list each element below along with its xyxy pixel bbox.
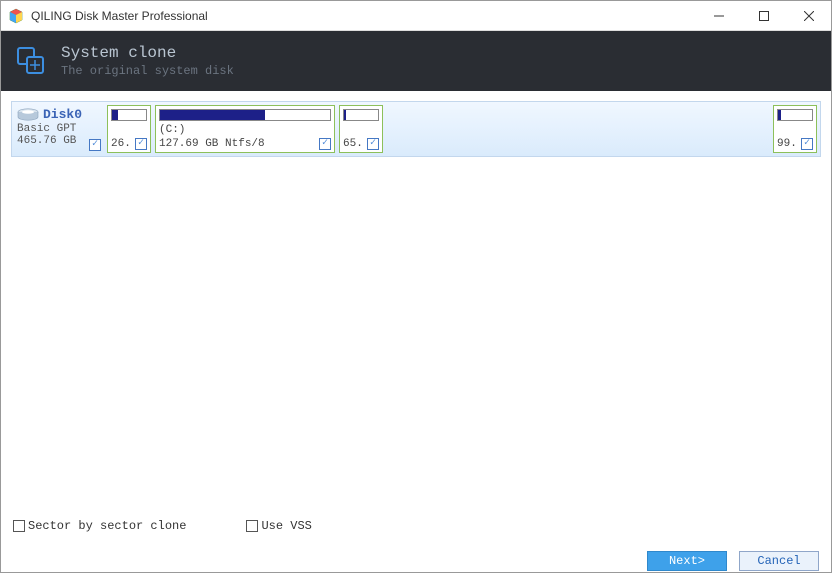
cancel-button[interactable]: Cancel bbox=[739, 551, 819, 571]
partition-checkbox[interactable]: ✓ bbox=[367, 138, 379, 150]
sector-clone-option[interactable]: Sector by sector clone bbox=[13, 519, 186, 533]
app-icon bbox=[7, 7, 25, 25]
partition-checkbox[interactable]: ✓ bbox=[319, 138, 331, 150]
partition-usage-bar bbox=[777, 109, 813, 121]
partition-checkbox[interactable]: ✓ bbox=[801, 138, 813, 150]
use-vss-label: Use VSS bbox=[261, 519, 311, 533]
disk-icon bbox=[17, 108, 39, 122]
disk-info-cell[interactable]: Disk0 Basic GPT 465.76 GB ✓ bbox=[15, 105, 103, 153]
system-clone-icon bbox=[15, 45, 47, 77]
partition-0[interactable]: 26. ✓ bbox=[107, 105, 151, 153]
disk-row[interactable]: Disk0 Basic GPT 465.76 GB ✓ 26. ✓ (C:) 1… bbox=[11, 101, 821, 157]
footer: Sector by sector clone Use VSS Next> Can… bbox=[1, 519, 831, 572]
disk-checkbox[interactable]: ✓ bbox=[89, 139, 101, 151]
close-button[interactable] bbox=[786, 1, 831, 31]
partition-gap bbox=[387, 105, 769, 153]
disk-type: Basic GPT bbox=[17, 123, 103, 135]
window-controls bbox=[696, 1, 831, 31]
partition-size: 99. bbox=[777, 138, 797, 150]
partition-usage-bar bbox=[159, 109, 331, 121]
page-title: System clone bbox=[61, 44, 234, 63]
partition-label: (C:) bbox=[159, 124, 331, 136]
use-vss-checkbox[interactable] bbox=[246, 520, 258, 532]
use-vss-option[interactable]: Use VSS bbox=[246, 519, 311, 533]
window-title: QILING Disk Master Professional bbox=[31, 9, 696, 23]
disk-name: Disk0 bbox=[43, 107, 82, 122]
maximize-button[interactable] bbox=[741, 1, 786, 31]
sector-clone-label: Sector by sector clone bbox=[28, 519, 186, 533]
partition-usage-bar bbox=[111, 109, 147, 121]
partition-size: 127.69 GB Ntfs/8 bbox=[159, 138, 265, 150]
partition-size: 26. bbox=[111, 138, 131, 150]
partition-1[interactable]: (C:) 127.69 GB Ntfs/8 ✓ bbox=[155, 105, 335, 153]
header-band: System clone The original system disk bbox=[1, 31, 831, 91]
sector-clone-checkbox[interactable] bbox=[13, 520, 25, 532]
partition-usage-bar bbox=[343, 109, 379, 121]
partition-checkbox[interactable]: ✓ bbox=[135, 138, 147, 150]
titlebar: QILING Disk Master Professional bbox=[1, 1, 831, 31]
content-area: Disk0 Basic GPT 465.76 GB ✓ 26. ✓ (C:) 1… bbox=[1, 91, 831, 521]
partition-2[interactable]: 65. ✓ bbox=[339, 105, 383, 153]
partition-size: 65. bbox=[343, 138, 363, 150]
partition-3[interactable]: 99. ✓ bbox=[773, 105, 817, 153]
page-subtitle: The original system disk bbox=[61, 64, 234, 78]
minimize-button[interactable] bbox=[696, 1, 741, 31]
next-button[interactable]: Next> bbox=[647, 551, 727, 571]
